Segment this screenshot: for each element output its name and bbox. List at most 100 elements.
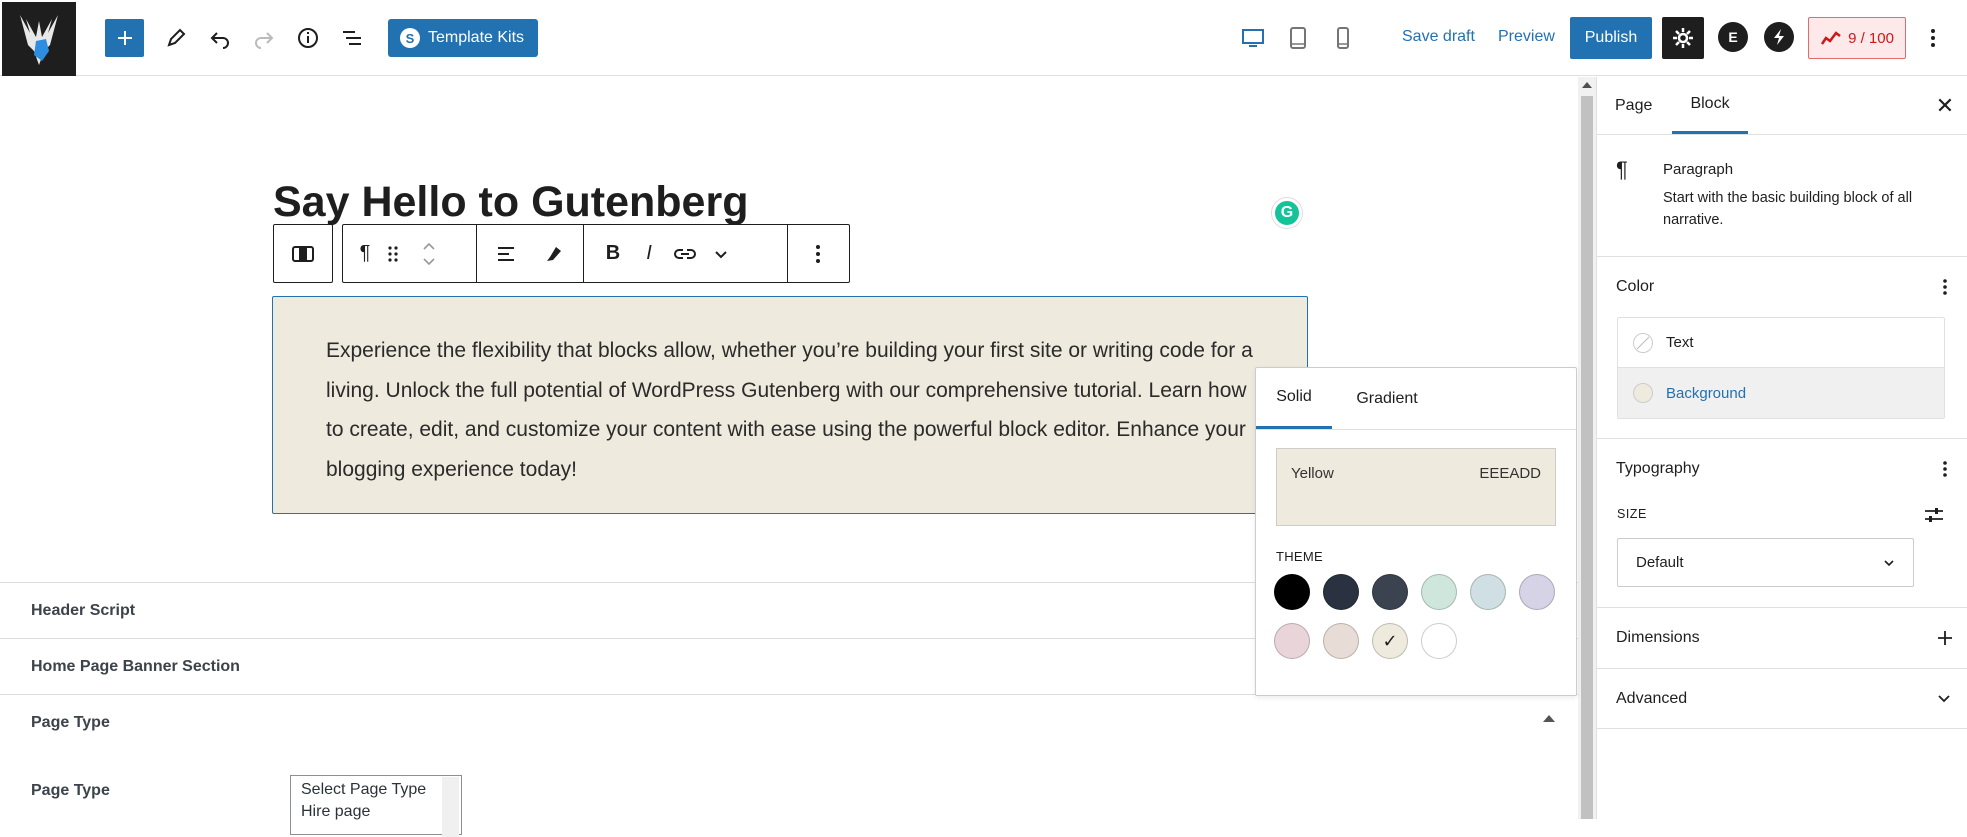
drag-handle[interactable] xyxy=(373,225,413,282)
more-rich-text-button[interactable] xyxy=(699,225,743,282)
desktop-preview-button[interactable] xyxy=(1235,20,1271,56)
more-vertical-icon xyxy=(1943,461,1947,477)
background-swatch-icon xyxy=(1633,383,1653,403)
highlight-button[interactable] xyxy=(532,225,576,282)
background-color-item[interactable]: Background xyxy=(1618,368,1944,418)
chevron-down-icon xyxy=(1938,695,1950,703)
advanced-panel[interactable]: Advanced xyxy=(1597,669,1967,729)
meta-box-title: Header Script xyxy=(31,601,136,619)
seo-score-button[interactable]: 9 / 100 xyxy=(1808,17,1906,59)
theme-color-swatch[interactable] xyxy=(1323,574,1359,610)
highlighter-icon xyxy=(546,246,561,263)
theme-color-swatch[interactable] xyxy=(1323,623,1359,659)
block-toolbar-transform xyxy=(273,224,333,283)
background-color-label: Background xyxy=(1666,384,1747,402)
settings-button[interactable] xyxy=(1662,17,1704,59)
italic-icon: I xyxy=(646,242,652,264)
theme-color-swatch[interactable] xyxy=(1274,574,1310,610)
info-icon xyxy=(298,28,318,48)
custom-size-button[interactable] xyxy=(1919,501,1949,529)
theme-color-swatch[interactable] xyxy=(1421,623,1457,659)
text-color-item[interactable]: Text xyxy=(1618,318,1944,368)
template-kits-icon: S xyxy=(400,28,420,48)
page-type-option[interactable]: Select Page Type xyxy=(301,779,461,801)
close-sidebar-button[interactable]: ✕ xyxy=(1930,91,1960,121)
scroll-up-arrow-icon[interactable] xyxy=(1582,82,1592,88)
post-title[interactable]: Say Hello to Gutenberg xyxy=(273,178,748,227)
add-block-button[interactable] xyxy=(105,19,144,57)
font-size-value: Default xyxy=(1636,554,1684,571)
more-vertical-icon xyxy=(1931,29,1935,47)
theme-color-swatch[interactable]: ✓ xyxy=(1372,623,1408,659)
theme-color-swatch[interactable] xyxy=(1519,574,1555,610)
color-options-button[interactable] xyxy=(1930,272,1960,302)
color-settings-group: Text Background xyxy=(1617,317,1945,419)
canvas-scrollbar-thumb[interactable] xyxy=(1581,96,1593,819)
chevron-down-icon xyxy=(1884,559,1894,566)
site-logo[interactable] xyxy=(2,2,76,76)
group-block-icon xyxy=(292,245,314,262)
selected-color-name: Yellow xyxy=(1291,465,1334,482)
details-button[interactable] xyxy=(290,20,326,56)
desktop-icon xyxy=(1242,29,1264,47)
starter-templates-button[interactable] xyxy=(1764,22,1794,52)
move-up-down-button[interactable] xyxy=(411,225,447,282)
page-type-collapse-icon[interactable] xyxy=(1543,715,1555,722)
preview-button[interactable]: Preview xyxy=(1498,28,1555,46)
block-options-button[interactable] xyxy=(796,225,840,282)
meta-box-title: Page Type xyxy=(31,713,110,731)
tab-page[interactable]: Page xyxy=(1615,77,1671,134)
undo-icon xyxy=(210,32,229,49)
page-type-option[interactable]: Hire page xyxy=(301,801,461,823)
seo-chart-icon xyxy=(1821,31,1841,45)
page-type-label: Page Type xyxy=(31,782,110,799)
paragraph-block[interactable]: Experience the flexibility that blocks a… xyxy=(272,296,1308,514)
tab-solid[interactable]: Solid xyxy=(1256,368,1332,429)
tablet-icon xyxy=(1290,27,1306,49)
page-type-select-scrollbar[interactable] xyxy=(442,777,459,837)
list-view-button[interactable] xyxy=(334,20,370,56)
typography-panel-heading: Typography xyxy=(1616,460,1700,477)
page-type-select[interactable]: Select Page Type Hire page xyxy=(290,775,462,835)
plus-icon[interactable] xyxy=(1937,630,1953,646)
align-button[interactable] xyxy=(484,225,528,282)
block-toolbar: ¶ B I xyxy=(342,224,850,283)
more-vertical-icon xyxy=(816,244,820,263)
theme-color-swatch[interactable] xyxy=(1372,574,1408,610)
color-panel-heading: Color xyxy=(1616,278,1655,295)
tab-block[interactable]: Block xyxy=(1672,77,1748,134)
selected-color-preview[interactable]: Yellow EEEADD xyxy=(1276,448,1556,526)
save-draft-button[interactable]: Save draft xyxy=(1402,28,1475,46)
chevron-down-icon xyxy=(715,250,727,258)
mobile-icon xyxy=(1337,27,1349,49)
undo-button[interactable] xyxy=(202,20,238,56)
align-left-icon xyxy=(498,246,514,261)
template-kits-button[interactable]: S Template Kits xyxy=(388,19,538,57)
grammarly-icon: G xyxy=(1280,204,1294,221)
template-kits-label: Template Kits xyxy=(428,29,525,46)
redo-button[interactable] xyxy=(246,20,282,56)
block-parent-button[interactable] xyxy=(281,225,325,282)
tab-gradient[interactable]: Gradient xyxy=(1332,368,1442,429)
publish-button[interactable]: Publish xyxy=(1570,17,1652,59)
font-size-select[interactable]: Default xyxy=(1617,538,1914,587)
meta-box-page-type[interactable]: Page Type xyxy=(0,694,1578,750)
more-vertical-icon xyxy=(1943,279,1947,295)
elementor-button[interactable]: E xyxy=(1718,22,1748,52)
theme-color-swatch[interactable] xyxy=(1421,574,1457,610)
font-size-label: SIZE xyxy=(1617,507,1647,521)
tablet-preview-button[interactable] xyxy=(1280,20,1316,56)
list-view-icon xyxy=(343,31,361,45)
tools-button[interactable] xyxy=(158,20,194,56)
typography-options-button[interactable] xyxy=(1930,454,1960,484)
popover-divider xyxy=(1256,429,1576,430)
dimensions-panel[interactable]: Dimensions xyxy=(1597,608,1967,668)
sliders-icon xyxy=(1925,508,1943,522)
theme-palette-label: THEME xyxy=(1276,549,1323,564)
grammarly-button[interactable]: G xyxy=(1272,198,1302,228)
dimensions-heading: Dimensions xyxy=(1616,629,1700,646)
theme-color-swatch[interactable] xyxy=(1274,623,1310,659)
theme-color-swatch[interactable] xyxy=(1470,574,1506,610)
mobile-preview-button[interactable] xyxy=(1325,20,1361,56)
options-menu-button[interactable] xyxy=(1918,20,1948,56)
